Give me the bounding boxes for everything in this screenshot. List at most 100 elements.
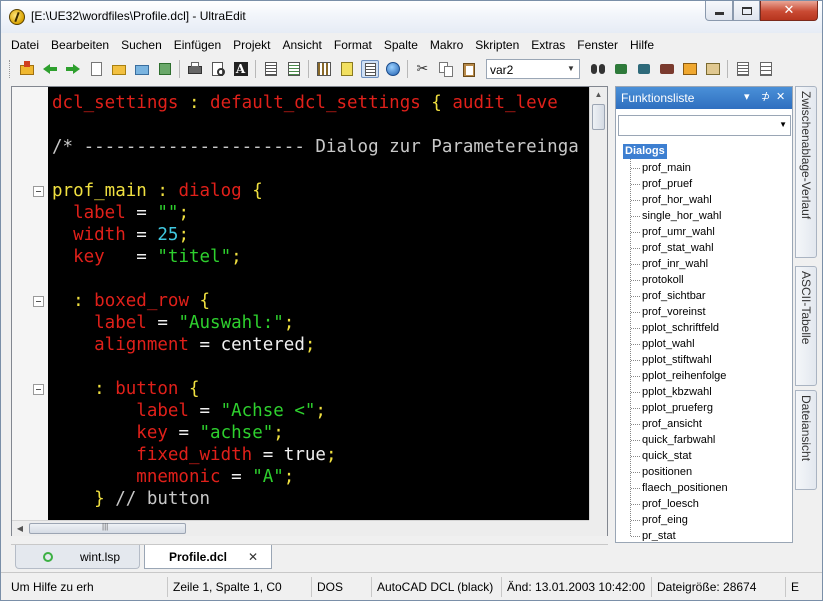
chevron-down-icon[interactable]: ▼ (779, 120, 787, 129)
function-item[interactable]: quick_stat (642, 448, 692, 464)
function-item[interactable]: positionen (642, 464, 692, 480)
browser-view-button[interactable] (384, 60, 402, 78)
find-button[interactable] (589, 60, 607, 78)
function-filter-combo[interactable]: ▼ (618, 115, 791, 136)
function-item[interactable]: prof_hor_wahl (642, 192, 712, 208)
status-syntax[interactable]: AutoCAD DCL (black) (371, 577, 501, 597)
open-folder-button[interactable] (18, 60, 36, 78)
tab-file-view[interactable]: Dateiansicht (795, 390, 817, 490)
toolbar-grip[interactable] (9, 60, 12, 78)
code-line[interactable]: prof_main : dialog { (52, 180, 263, 202)
file-tab-wint[interactable]: wint.lsp (15, 545, 140, 569)
menu-item-spalte[interactable]: Spalte (378, 38, 424, 52)
status-line-endings[interactable]: DOS (311, 577, 369, 597)
editor-pane[interactable]: dcl_settings : default_dcl_settings { au… (11, 86, 608, 536)
menu-item-makro[interactable]: Makro (424, 38, 469, 52)
menu-item-suchen[interactable]: Suchen (115, 38, 168, 52)
print-preview-button[interactable] (209, 60, 227, 78)
menu-item-format[interactable]: Format (328, 38, 378, 52)
find-prev-button[interactable] (635, 60, 653, 78)
code-line[interactable]: fixed_width = true; (52, 444, 336, 466)
close-file-button[interactable] (133, 60, 151, 78)
tab-clipboard-history[interactable]: Zwischenablage-Verlauf (795, 86, 817, 258)
function-item[interactable]: prof_stat_wahl (642, 240, 714, 256)
menu-item-skripten[interactable]: Skripten (469, 38, 525, 52)
word-wrap-button[interactable] (262, 60, 280, 78)
fold-toggle-icon[interactable] (33, 384, 44, 395)
close-panel-icon[interactable]: ✕ (776, 90, 785, 103)
file-tab-profile[interactable]: Profile.dcl ✕ (144, 545, 272, 569)
code-area[interactable]: dcl_settings : default_dcl_settings { au… (49, 87, 589, 520)
ultraedit-logo-icon[interactable] (9, 9, 25, 25)
chevron-down-icon[interactable]: ▼ (565, 62, 577, 76)
vertical-scroll-thumb[interactable] (592, 104, 605, 130)
save-button[interactable] (156, 60, 174, 78)
function-item[interactable]: pplot_wahl (642, 336, 695, 352)
menu-item-ansicht[interactable]: Ansicht (277, 38, 328, 52)
fold-toggle-icon[interactable] (33, 296, 44, 307)
menu-item-extras[interactable]: Extras (525, 38, 571, 52)
code-line[interactable]: alignment = centered; (52, 334, 315, 356)
function-item[interactable]: pplot_stiftwahl (642, 352, 712, 368)
macro-button[interactable] (704, 60, 722, 78)
menu-item-einfügen[interactable]: Einfügen (168, 38, 227, 52)
find-next-button[interactable] (612, 60, 630, 78)
code-line[interactable]: mnemonic = "A"; (52, 466, 294, 488)
tree-root-dialogs[interactable]: Dialogs (623, 144, 667, 159)
code-line[interactable]: /* --------------------- Dialog zur Para… (52, 136, 579, 158)
code-line[interactable]: : boxed_row { (52, 290, 210, 312)
scroll-left-icon[interactable]: ◀ (15, 523, 25, 534)
replace-button[interactable] (658, 60, 676, 78)
code-line[interactable]: label = "Auswahl:"; (52, 312, 294, 334)
function-item[interactable]: prof_pruef (642, 176, 692, 192)
search-combo[interactable]: var2 ▼ (486, 59, 580, 79)
vertical-scrollbar[interactable]: ▲ (589, 87, 607, 520)
function-item[interactable]: quick_farbwahl (642, 432, 715, 448)
code-line[interactable]: width = 25; (52, 224, 189, 246)
copy-button[interactable] (437, 60, 455, 78)
function-item[interactable]: prof_sichtbar (642, 288, 706, 304)
list-view-button[interactable] (734, 60, 752, 78)
code-line[interactable]: key = "titel"; (52, 246, 242, 268)
menu-item-datei[interactable]: Datei (5, 38, 45, 52)
code-line[interactable]: : button { (52, 378, 199, 400)
document-view-button[interactable] (360, 60, 379, 78)
function-item[interactable]: single_hor_wahl (642, 208, 722, 224)
function-tree[interactable]: Dialogs prof_main prof_pruef prof_hor_wahl… (618, 141, 791, 541)
fold-toggle-icon[interactable] (33, 186, 44, 197)
close-window-button[interactable]: ✕ (760, 1, 818, 21)
scroll-up-icon[interactable]: ▲ (593, 90, 604, 100)
menu-item-hilfe[interactable]: Hilfe (624, 38, 660, 52)
paste-button[interactable] (460, 60, 478, 78)
function-item[interactable]: flaech_positionen (642, 480, 728, 496)
font-button[interactable]: A (232, 60, 250, 78)
function-item[interactable]: pplot_kbzwahl (642, 384, 712, 400)
function-item[interactable]: pplot_prueferg (642, 400, 713, 416)
minimize-button[interactable] (705, 1, 733, 21)
function-item[interactable]: protokoll (642, 272, 684, 288)
function-item[interactable]: prof_loesch (642, 496, 699, 512)
code-line[interactable]: key = "achse"; (52, 422, 284, 444)
code-line[interactable]: label = ""; (52, 202, 189, 224)
function-item[interactable]: prof_eing (642, 512, 688, 528)
back-button[interactable] (41, 60, 59, 78)
function-item[interactable]: prof_voreinst (642, 304, 706, 320)
panel-menu-icon[interactable]: ▾ (744, 90, 750, 103)
status-position[interactable]: Zeile 1, Spalte 1, C0 (167, 577, 309, 597)
open-file-button[interactable] (110, 60, 128, 78)
new-file-button[interactable] (87, 60, 105, 78)
bookmark-button[interactable] (681, 60, 699, 78)
menu-item-fenster[interactable]: Fenster (571, 38, 624, 52)
function-item[interactable]: pplot_reihenfolge (642, 368, 726, 384)
forward-button[interactable] (64, 60, 82, 78)
line-numbers-button[interactable] (285, 60, 303, 78)
hex-mode-button[interactable] (315, 60, 333, 78)
editor-gutter[interactable] (12, 87, 48, 520)
function-item[interactable]: prof_inr_wahl (642, 256, 708, 272)
tab-ascii-table[interactable]: ASCII-Tabelle (795, 266, 817, 386)
close-tab-icon[interactable]: ✕ (248, 545, 258, 569)
function-item[interactable]: pr_stat (642, 528, 676, 541)
function-item[interactable]: prof_main (642, 160, 691, 176)
function-item[interactable]: pplot_schriftfeld (642, 320, 719, 336)
code-line[interactable]: dcl_settings : default_dcl_settings { au… (52, 92, 558, 114)
